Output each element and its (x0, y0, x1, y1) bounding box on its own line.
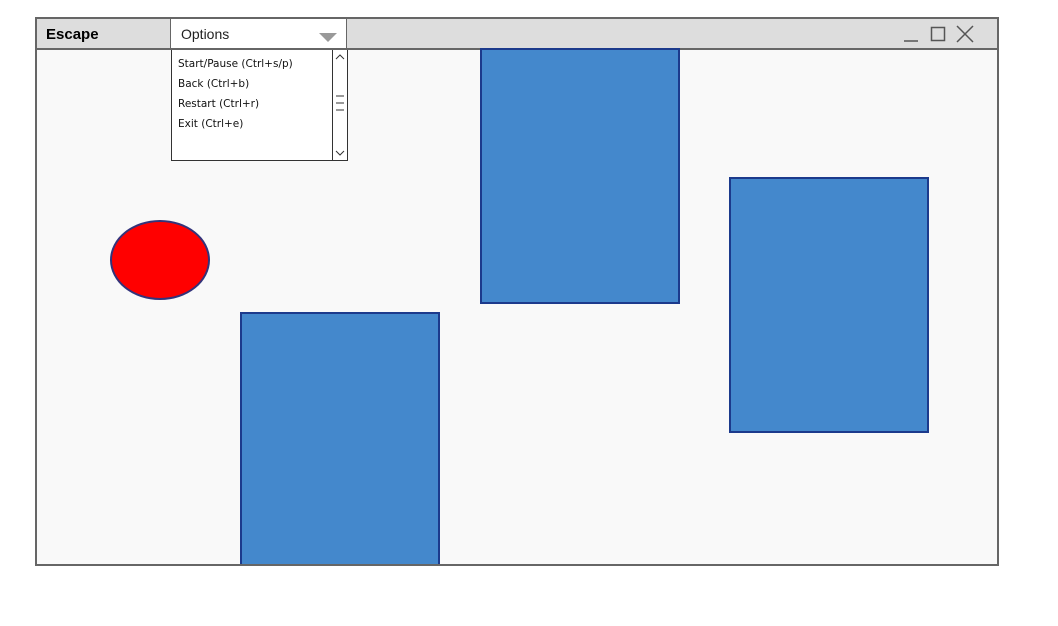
minimize-icon[interactable] (901, 23, 921, 45)
menu-item-restart[interactable]: Restart (Ctrl+r) (178, 94, 347, 114)
options-menu-list: Start/Pause (Ctrl+s/p) Back (Ctrl+b) Res… (171, 50, 348, 161)
options-dropdown[interactable]: Options (171, 19, 347, 48)
options-dropdown-label: Options (181, 26, 230, 42)
window-title: Escape (46, 26, 99, 43)
menu-item-exit[interactable]: Exit (Ctrl+e) (178, 114, 347, 134)
scroll-thumb[interactable] (333, 90, 347, 116)
title-bar: Escape Options (37, 19, 997, 50)
menu-item-start-pause[interactable]: Start/Pause (Ctrl+s/p) (178, 54, 347, 74)
game-window: Escape Options Start/Pause (Ctrl+s/p) Ba… (35, 17, 999, 566)
obstacle-block (480, 48, 680, 304)
scroll-down-icon[interactable] (333, 146, 347, 160)
menu-scrollbar[interactable] (332, 50, 347, 160)
window-controls (901, 22, 975, 46)
menu-item-back[interactable]: Back (Ctrl+b) (178, 74, 347, 94)
close-icon[interactable] (955, 23, 975, 45)
obstacle-block (240, 312, 440, 564)
player-ball (110, 220, 210, 300)
obstacle-block (729, 177, 929, 433)
maximize-icon[interactable] (928, 23, 948, 45)
triangle-down-icon (319, 30, 337, 48)
scroll-up-icon[interactable] (333, 50, 347, 64)
